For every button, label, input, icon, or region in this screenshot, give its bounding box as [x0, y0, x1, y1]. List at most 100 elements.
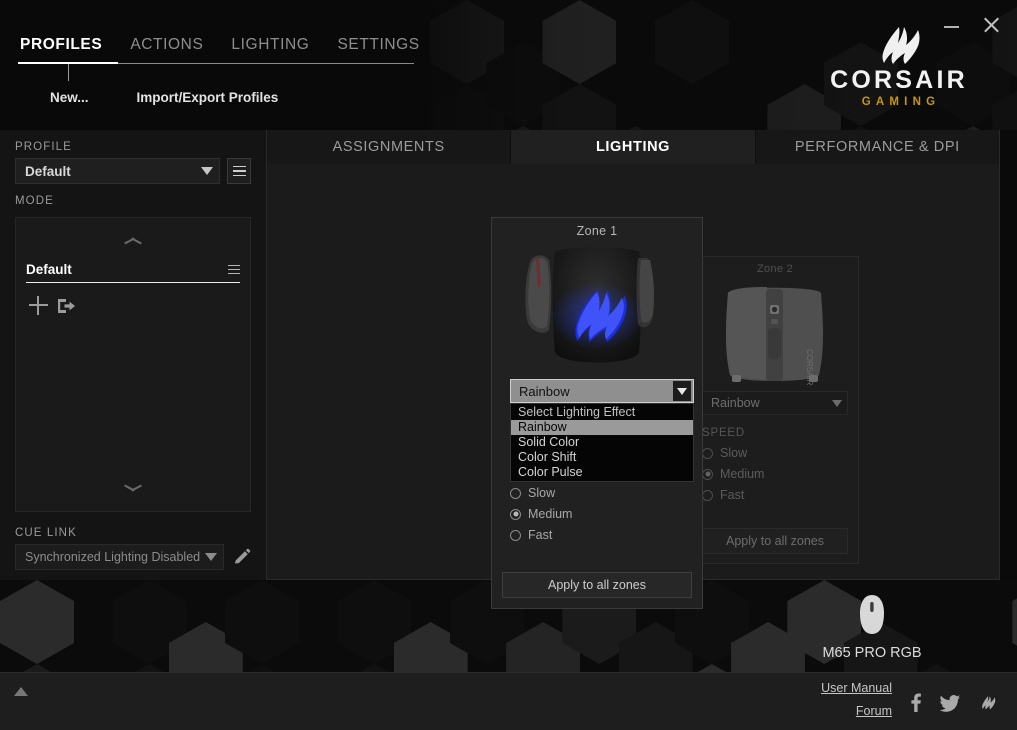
expand-up-icon[interactable] [14, 687, 28, 696]
hexagon-tile [992, 0, 1017, 84]
zone-2-panel[interactable]: Zone 2 CORSAIR Rainbow SPEED Slow Medium… [691, 256, 859, 564]
hexagon-tile [618, 622, 693, 675]
cue-link-dropdown[interactable]: Synchronized Lighting Disabled [15, 544, 224, 570]
profile-section-label: PROFILE [15, 141, 72, 153]
mode-section-label: MODE [15, 195, 54, 207]
chevron-down-icon [677, 387, 687, 395]
hexagon-tile [224, 580, 299, 664]
zone-1-panel[interactable]: Zone 1 Slow Medium Fast Rainbow Select L… [491, 217, 703, 609]
footer-bar: User Manual Forum [0, 672, 1017, 730]
tab-performance-dpi[interactable]: PERFORMANCE & DPI [755, 130, 999, 164]
radio-icon[interactable] [510, 487, 521, 499]
zone-1-mouse-preview [492, 244, 702, 376]
zone-1-speed-fast[interactable]: Fast [510, 528, 572, 542]
radio-icon[interactable] [702, 447, 713, 459]
nav-item-actions[interactable]: ACTIONS [116, 36, 217, 62]
brand-subtitle: GAMING [861, 96, 941, 108]
edit-pencil-icon[interactable] [232, 548, 251, 567]
zone-2-title: Zone 2 [756, 263, 794, 275]
hexagon-tile [430, 0, 504, 84]
nav-item-lighting[interactable]: LIGHTING [217, 36, 323, 62]
radio-icon[interactable] [510, 529, 521, 541]
cue-link-value: Synchronized Lighting Disabled [25, 550, 201, 564]
mode-list-item-default[interactable]: Default [26, 257, 240, 283]
hexagon-tile [393, 622, 468, 675]
scroll-down-icon[interactable] [124, 484, 142, 493]
profiles-subnav: New... Import/Export Profiles [50, 90, 278, 105]
hexagon-tile [542, 0, 617, 84]
twitter-icon[interactable] [940, 693, 961, 713]
corsair-sails-icon[interactable] [977, 693, 999, 713]
profile-menu-button[interactable] [227, 158, 251, 184]
cue-link-row: Synchronized Lighting Disabled [0, 544, 266, 570]
active-device[interactable]: M65 PRO RGB [782, 594, 962, 661]
tab-assignments[interactable]: ASSIGNMENTS [267, 130, 512, 164]
radio-icon-selected[interactable] [702, 468, 713, 480]
hexagon-tile [0, 580, 74, 664]
zone-1-speed-fast-label: Fast [528, 528, 553, 542]
hexagon-tile [992, 84, 1017, 130]
nav-item-profiles[interactable]: PROFILES [18, 36, 116, 62]
chevron-down-icon [201, 167, 213, 175]
zone-2-effect-value: Rainbow [711, 396, 760, 410]
zone-2-apply-all-button[interactable]: Apply to all zones [702, 528, 848, 554]
zone-2-speed-slow[interactable]: Slow [702, 446, 848, 460]
lighting-zones-area: Zone 2 CORSAIR Rainbow SPEED Slow Medium… [267, 164, 999, 609]
cue-link-section: CUE LINK Synchronized Lighting Disabled [0, 516, 266, 580]
nav-active-tick [68, 64, 69, 81]
effect-option-color-pulse[interactable]: Color Pulse [511, 465, 693, 480]
zone-2-speed-fast[interactable]: Fast [702, 488, 848, 502]
zone-1-effect-option-list: Select Lighting Effect Rainbow Solid Col… [510, 403, 694, 482]
radio-icon[interactable] [702, 489, 713, 501]
device-name-label: M65 PRO RGB [822, 645, 922, 661]
hexagon-tile [112, 580, 187, 664]
nav-item-settings[interactable]: SETTINGS [323, 36, 433, 62]
main-navigation: PROFILES ACTIONS LIGHTING SETTINGS [18, 36, 434, 62]
close-button[interactable] [981, 14, 1003, 36]
mode-item-menu-icon[interactable] [228, 264, 240, 275]
zone-1-speed-medium[interactable]: Medium [510, 507, 572, 521]
hexagon-tile [337, 580, 412, 664]
effect-option-select-lighting-effect[interactable]: Select Lighting Effect [511, 405, 693, 420]
zone-2-effect-dropdown[interactable]: Rainbow [702, 391, 848, 415]
hexagon-tile [430, 84, 504, 130]
profile-dropdown[interactable]: Default [15, 158, 220, 184]
window-controls [941, 14, 1003, 36]
forum-link[interactable]: Forum [856, 704, 892, 718]
zone-2-speed-fast-label: Fast [720, 488, 745, 502]
radio-icon-selected[interactable] [510, 508, 521, 520]
hexagon-tile [486, 42, 561, 126]
mode-list-panel: Default [15, 217, 251, 512]
effect-option-rainbow[interactable]: Rainbow [511, 420, 693, 435]
import-export-profiles-button[interactable]: Import/Export Profiles [137, 90, 279, 105]
corsair-utility-engine-window: PROFILES ACTIONS LIGHTING SETTINGS New..… [0, 0, 1017, 730]
zone-2-speed-medium[interactable]: Medium [702, 467, 848, 481]
dropdown-arrow-button[interactable] [673, 381, 691, 401]
zone-1-effect-dropdown[interactable]: Rainbow [510, 379, 694, 403]
facebook-icon[interactable] [907, 693, 924, 713]
mouse-rear-view-icon [525, 247, 654, 363]
add-mode-icon[interactable] [29, 296, 48, 315]
new-profile-button[interactable]: New... [50, 90, 89, 105]
zone-1-speed-slow[interactable]: Slow [510, 486, 572, 500]
user-manual-link[interactable]: User Manual [821, 681, 892, 695]
profile-selector-row: Default [0, 158, 266, 184]
tab-lighting[interactable]: LIGHTING [511, 130, 756, 164]
zone-2-speed-medium-label: Medium [720, 467, 765, 481]
chevron-down-icon [832, 399, 842, 407]
effect-option-color-shift[interactable]: Color Shift [511, 450, 693, 465]
hexagon-tile [506, 622, 581, 675]
effect-option-solid-color[interactable]: Solid Color [511, 435, 693, 450]
chevron-down-icon [205, 553, 217, 561]
zone-1-effect-value: Rainbow [519, 383, 570, 399]
scroll-up-icon[interactable] [124, 237, 142, 246]
zone-2-speed-label: SPEED [702, 427, 745, 439]
import-mode-icon[interactable] [57, 297, 77, 315]
minimize-button[interactable] [941, 14, 963, 36]
corsair-gaming-logo: CORSAIR GAMING [809, 26, 989, 108]
hexagon-tile [654, 0, 729, 84]
main-content-panel: ASSIGNMENTS LIGHTING PERFORMANCE & DPI Z… [266, 130, 1000, 609]
social-links [907, 693, 999, 713]
zone-1-speed-slow-label: Slow [528, 486, 556, 500]
zone-1-apply-all-button[interactable]: Apply to all zones [502, 572, 692, 598]
